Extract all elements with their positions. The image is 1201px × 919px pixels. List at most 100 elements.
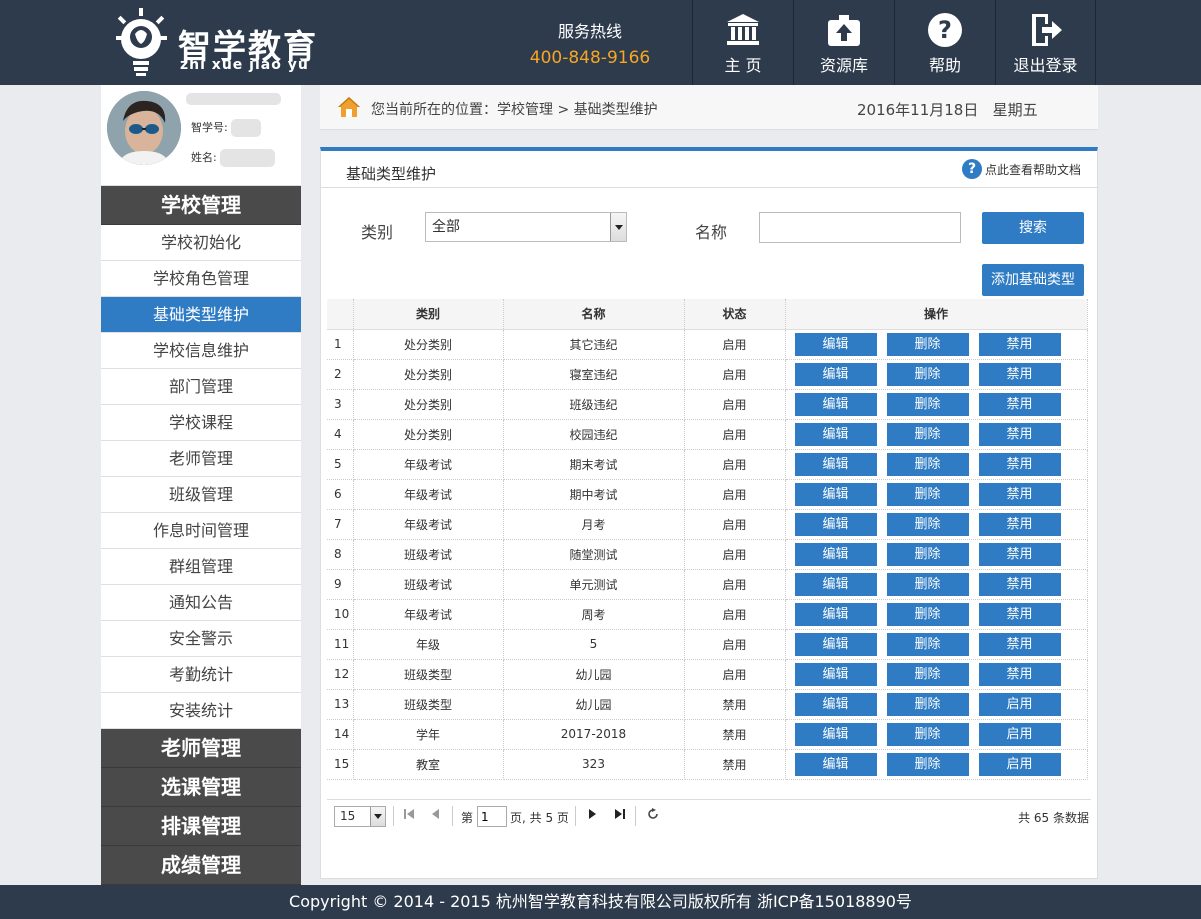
edit-button[interactable]: 编辑	[794, 662, 877, 686]
sidebar-item[interactable]: 群组管理	[101, 549, 301, 585]
table-row[interactable]: 11 年级 5 启用 编辑 删除 禁用	[327, 629, 1088, 660]
delete-button[interactable]: 删除	[886, 752, 969, 776]
table-row[interactable]: 9 班级考试 单元测试 启用 编辑 删除 禁用	[327, 569, 1088, 600]
edit-button[interactable]: 编辑	[794, 572, 877, 596]
toggle-status-button[interactable]: 禁用	[978, 662, 1061, 686]
sidebar-item[interactable]: 安全警示	[101, 621, 301, 657]
sidebar-item[interactable]: 安装统计	[101, 693, 301, 729]
sidebar-item[interactable]: 学校角色管理	[101, 261, 301, 297]
menu-section[interactable]: 成绩管理	[101, 846, 301, 885]
delete-button[interactable]: 删除	[886, 602, 969, 626]
name-input[interactable]	[759, 212, 961, 243]
logo[interactable]: 智学教育 zhi xue jiao yu	[108, 6, 328, 80]
edit-button[interactable]: 编辑	[794, 362, 877, 386]
chevron-down-icon[interactable]	[610, 213, 626, 241]
edit-button[interactable]: 编辑	[794, 482, 877, 506]
edit-button[interactable]: 编辑	[794, 542, 877, 566]
refresh-icon[interactable]	[647, 808, 659, 820]
nav-help[interactable]: ? 帮助	[894, 0, 995, 85]
delete-button[interactable]: 删除	[886, 482, 969, 506]
sidebar-item[interactable]: 基础类型维护	[101, 297, 301, 333]
col-name[interactable]: 名称	[503, 299, 685, 330]
edit-button[interactable]: 编辑	[794, 602, 877, 626]
delete-button[interactable]: 删除	[886, 632, 969, 656]
delete-button[interactable]: 删除	[886, 572, 969, 596]
toggle-status-button[interactable]: 禁用	[978, 332, 1061, 356]
table-row[interactable]: 3 处分类别 班级违纪 启用 编辑 删除 禁用	[327, 389, 1088, 420]
toggle-status-button[interactable]: 禁用	[978, 482, 1061, 506]
delete-button[interactable]: 删除	[886, 692, 969, 716]
toggle-status-button[interactable]: 禁用	[978, 512, 1061, 536]
menu-section[interactable]: 老师管理	[101, 729, 301, 768]
edit-button[interactable]: 编辑	[794, 632, 877, 656]
table-row[interactable]: 7 年级考试 月考 启用 编辑 删除 禁用	[327, 509, 1088, 540]
sidebar-item[interactable]: 通知公告	[101, 585, 301, 621]
sidebar-item[interactable]: 老师管理	[101, 441, 301, 477]
nav-home[interactable]: 主 页	[692, 0, 793, 85]
table-row[interactable]: 8 班级考试 随堂测试 启用 编辑 删除 禁用	[327, 539, 1088, 570]
delete-button[interactable]: 删除	[886, 392, 969, 416]
table-row[interactable]: 5 年级考试 期末考试 启用 编辑 删除 禁用	[327, 449, 1088, 480]
table-row[interactable]: 13 班级类型 幼儿园 禁用 编辑 删除 启用	[327, 689, 1088, 720]
toggle-status-button[interactable]: 启用	[978, 692, 1061, 716]
help-doc-link[interactable]: ? 点此查看帮助文档	[962, 159, 1081, 179]
table-row[interactable]: 10 年级考试 周考 启用 编辑 删除 禁用	[327, 599, 1088, 630]
menu-section-school[interactable]: 学校管理	[101, 186, 301, 225]
edit-button[interactable]: 编辑	[794, 752, 877, 776]
search-button[interactable]: 搜索	[982, 212, 1084, 244]
sidebar-item[interactable]: 部门管理	[101, 369, 301, 405]
table-row[interactable]: 1 处分类别 其它违纪 启用 编辑 删除 禁用	[327, 329, 1088, 360]
nav-logout[interactable]: 退出登录	[995, 0, 1096, 85]
nav-resources[interactable]: 资源库	[793, 0, 894, 85]
sidebar-item[interactable]: 作息时间管理	[101, 513, 301, 549]
sidebar-item[interactable]: 班级管理	[101, 477, 301, 513]
sidebar-item[interactable]: 学校课程	[101, 405, 301, 441]
sidebar-item[interactable]: 考勤统计	[101, 657, 301, 693]
category-select[interactable]: 全部	[425, 212, 627, 242]
edit-button[interactable]: 编辑	[794, 422, 877, 446]
delete-button[interactable]: 删除	[886, 512, 969, 536]
menu-section[interactable]: 排课管理	[101, 807, 301, 846]
avatar[interactable]	[107, 91, 181, 165]
page-size-select[interactable]: 15	[334, 806, 386, 827]
edit-button[interactable]: 编辑	[794, 722, 877, 746]
table-row[interactable]: 4 处分类别 校园违纪 启用 编辑 删除 禁用	[327, 419, 1088, 450]
prev-page-icon[interactable]	[431, 808, 439, 820]
delete-button[interactable]: 删除	[886, 362, 969, 386]
toggle-status-button[interactable]: 启用	[978, 752, 1061, 776]
toggle-status-button[interactable]: 禁用	[978, 572, 1061, 596]
delete-button[interactable]: 删除	[886, 332, 969, 356]
table-row[interactable]: 6 年级考试 期中考试 启用 编辑 删除 禁用	[327, 479, 1088, 510]
edit-button[interactable]: 编辑	[794, 692, 877, 716]
toggle-status-button[interactable]: 禁用	[978, 542, 1061, 566]
delete-button[interactable]: 删除	[886, 542, 969, 566]
delete-button[interactable]: 删除	[886, 422, 969, 446]
menu-section[interactable]: 选课管理	[101, 768, 301, 807]
toggle-status-button[interactable]: 禁用	[978, 422, 1061, 446]
delete-button[interactable]: 删除	[886, 452, 969, 476]
sidebar-item[interactable]: 学校信息维护	[101, 333, 301, 369]
toggle-status-button[interactable]: 禁用	[978, 632, 1061, 656]
table-row[interactable]: 2 处分类别 寝室违纪 启用 编辑 删除 禁用	[327, 359, 1088, 390]
table-row[interactable]: 15 教室 323 禁用 编辑 删除 启用	[327, 749, 1088, 780]
edit-button[interactable]: 编辑	[794, 332, 877, 356]
toggle-status-button[interactable]: 启用	[978, 722, 1061, 746]
toggle-status-button[interactable]: 禁用	[978, 452, 1061, 476]
page-number-input[interactable]	[477, 806, 507, 827]
col-category[interactable]: 类别	[353, 299, 504, 330]
toggle-status-button[interactable]: 禁用	[978, 602, 1061, 626]
next-page-icon[interactable]	[589, 808, 597, 820]
sidebar-item[interactable]: 学校初始化	[101, 225, 301, 261]
chevron-down-icon[interactable]	[370, 807, 385, 826]
add-type-button[interactable]: 添加基础类型	[982, 264, 1084, 296]
edit-button[interactable]: 编辑	[794, 452, 877, 476]
delete-button[interactable]: 删除	[886, 722, 969, 746]
last-page-icon[interactable]	[615, 808, 625, 820]
toggle-status-button[interactable]: 禁用	[978, 362, 1061, 386]
delete-button[interactable]: 删除	[886, 662, 969, 686]
col-status[interactable]: 状态	[684, 299, 786, 330]
table-row[interactable]: 14 学年 2017-2018 禁用 编辑 删除 启用	[327, 719, 1088, 750]
edit-button[interactable]: 编辑	[794, 392, 877, 416]
toggle-status-button[interactable]: 禁用	[978, 392, 1061, 416]
edit-button[interactable]: 编辑	[794, 512, 877, 536]
